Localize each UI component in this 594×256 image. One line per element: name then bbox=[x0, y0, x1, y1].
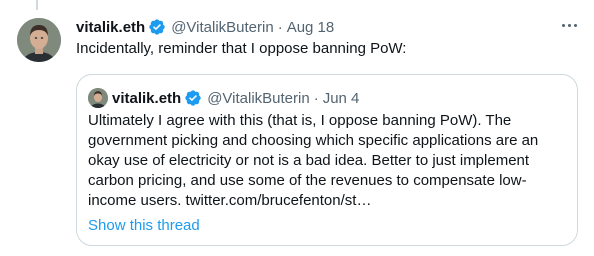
quoted-avatar bbox=[88, 88, 108, 108]
more-options-icon[interactable] bbox=[556, 24, 582, 34]
quoted-tweet-date: Jun 4 bbox=[322, 89, 360, 107]
author-handle[interactable]: @VitalikButerin bbox=[171, 19, 274, 36]
tweet-body: vitalik.eth @VitalikButerin · Aug 18 Inc… bbox=[76, 16, 582, 59]
avatar[interactable] bbox=[17, 18, 61, 62]
show-thread-link[interactable]: Show this thread bbox=[88, 217, 200, 234]
tweet-header: vitalik.eth @VitalikButerin · Aug 18 bbox=[76, 16, 582, 38]
verified-badge-icon bbox=[149, 19, 165, 35]
tweet-date[interactable]: Aug 18 bbox=[287, 19, 335, 36]
quoted-author-handle: @VitalikButerin bbox=[207, 89, 310, 107]
quoted-tweet-card[interactable]: vitalik.eth @VitalikButerin · Jun 4 Ulti… bbox=[76, 74, 578, 246]
author-name[interactable]: vitalik.eth bbox=[76, 19, 145, 36]
separator-dot: · bbox=[277, 18, 283, 36]
more-dot bbox=[561, 24, 565, 27]
avatar-image bbox=[17, 18, 61, 62]
quoted-tweet-text: Ultimately I agree with this (that is, I… bbox=[88, 112, 539, 209]
thread-connector-line bbox=[36, 0, 38, 10]
more-dot bbox=[567, 24, 571, 27]
quoted-avatar-image bbox=[88, 88, 108, 108]
separator-dot: · bbox=[313, 89, 319, 107]
quoted-author-name: vitalik.eth bbox=[112, 89, 182, 107]
more-dot bbox=[573, 24, 577, 27]
quoted-tweet-header: vitalik.eth @VitalikButerin · Jun 4 bbox=[88, 88, 359, 108]
tweet-text: Incidentally, reminder that I oppose ban… bbox=[76, 40, 407, 57]
verified-badge-icon bbox=[185, 90, 201, 106]
